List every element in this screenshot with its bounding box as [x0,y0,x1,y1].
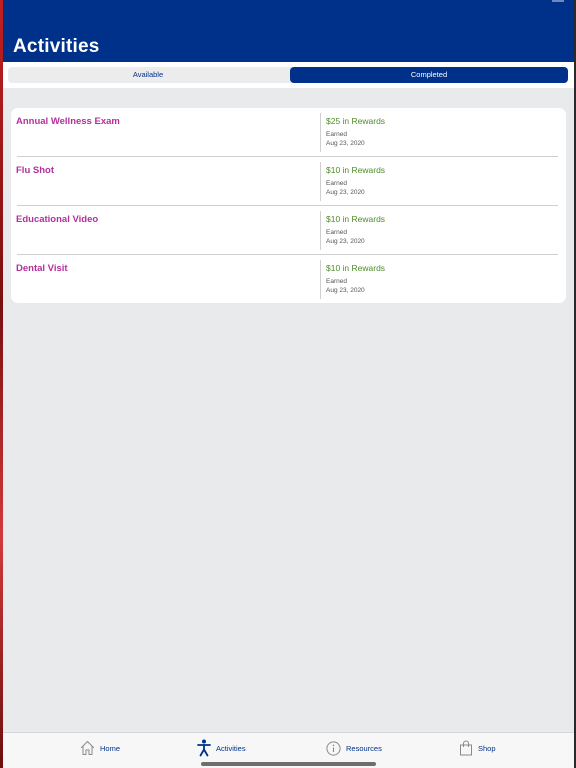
segment-completed[interactable]: Completed [290,67,568,83]
activity-status: Earned [326,278,347,285]
activity-date: Aug 23, 2020 [326,238,365,245]
tab-resources-label: Resources [346,743,382,753]
segmented-control: Available Completed [8,67,568,83]
activity-row[interactable]: Flu Shot $10 in Rewards Earned Aug 23, 2… [11,157,566,206]
activity-reward: $10 in Rewards [326,263,386,273]
home-indicator[interactable] [201,762,376,766]
activity-reward: $25 in Rewards [326,116,386,126]
nav-header: Activities [0,0,576,62]
segment-available[interactable]: Available [8,67,288,83]
activities-card: Annual Wellness Exam $25 in Rewards Earn… [11,108,566,303]
tab-activities-label: Activities [216,743,246,753]
activity-title: Flu Shot [16,165,54,176]
tab-resources[interactable]: Resources [326,738,382,758]
left-bezel-edge [0,0,3,768]
activity-row[interactable]: Dental Visit $10 in Rewards Earned Aug 2… [11,255,566,304]
row-vertical-divider [320,260,321,299]
activity-title: Annual Wellness Exam [16,116,120,127]
header-corner-mark [552,0,564,2]
row-vertical-divider [320,162,321,201]
activity-title: Dental Visit [16,263,68,274]
row-vertical-divider [320,113,321,152]
home-icon [80,740,95,756]
row-vertical-divider [320,211,321,250]
activity-reward: $10 in Rewards [326,214,386,224]
activity-status: Earned [326,131,347,138]
activity-date: Aug 23, 2020 [326,140,365,147]
tab-shop[interactable]: Shop [459,738,496,758]
activity-row[interactable]: Educational Video $10 in Rewards Earned … [11,206,566,255]
tab-home[interactable]: Home [80,738,120,758]
activity-date: Aug 23, 2020 [326,287,365,294]
tab-shop-label: Shop [478,743,496,753]
activity-row[interactable]: Annual Wellness Exam $25 in Rewards Earn… [11,108,566,157]
activity-status: Earned [326,229,347,236]
page-title: Activities [13,36,100,57]
info-icon [326,740,341,756]
tab-activities[interactable]: Activities [197,738,246,758]
app-screen: Activities Available Completed Annual We… [0,0,576,768]
activity-status: Earned [326,180,347,187]
activity-title: Educational Video [16,214,99,225]
activity-date: Aug 23, 2020 [326,189,365,196]
segment-bar: Available Completed [0,62,576,88]
tab-home-label: Home [100,743,121,753]
activity-reward: $10 in Rewards [326,165,386,175]
person-activity-icon [197,739,211,757]
shopping-bag-icon [459,740,473,756]
